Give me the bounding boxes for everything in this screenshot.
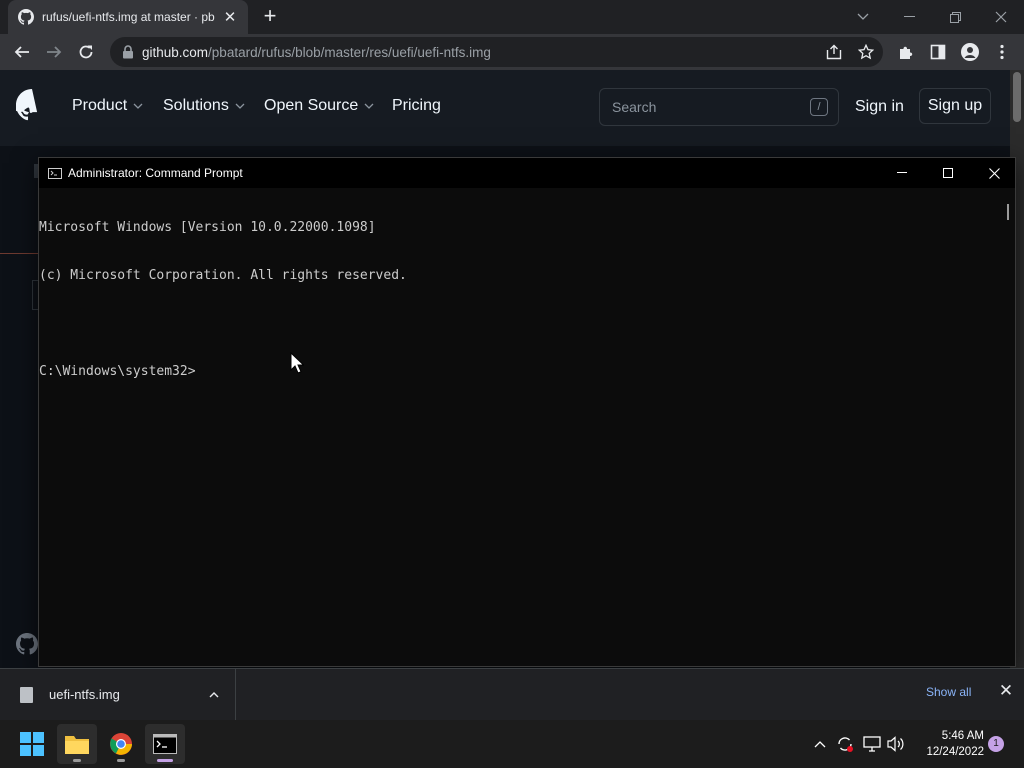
system-clock[interactable]: 5:46 AM 12/24/2022 [916, 728, 984, 760]
cmd-console-output[interactable]: Microsoft Windows [Version 10.0.22000.10… [39, 188, 1001, 666]
start-button[interactable] [12, 724, 52, 764]
cmd-title-bar[interactable]: Administrator: Command Prompt [39, 158, 1015, 188]
cmd-minimize-icon[interactable] [879, 158, 925, 188]
bookmark-star-icon[interactable] [852, 38, 880, 66]
console-line: (c) Microsoft Corporation. All rights re… [39, 268, 407, 283]
github-header: Product Solutions Open Source Pricing Se… [0, 70, 1010, 146]
show-all-downloads-link[interactable]: Show all [926, 685, 971, 699]
forward-arrow-icon[interactable] [40, 38, 68, 66]
window-close-icon[interactable] [978, 0, 1024, 34]
nav-solutions[interactable]: Solutions [163, 97, 245, 115]
active-indicator [157, 759, 173, 762]
cmd-scrollbar-thumb[interactable] [1007, 204, 1009, 220]
page-divider [0, 253, 38, 254]
chrome-icon [110, 733, 132, 755]
sign-up-button[interactable]: Sign up [919, 88, 991, 124]
cmd-close-icon[interactable] [971, 158, 1017, 188]
notification-badge[interactable]: 1 [988, 736, 1004, 752]
browser-menu-icon[interactable] [988, 38, 1016, 66]
window-restore-icon[interactable] [932, 0, 978, 34]
chevron-up-icon[interactable] [209, 690, 219, 700]
close-download-shelf-icon[interactable]: ✕ [996, 681, 1016, 701]
volume-icon[interactable] [886, 734, 906, 754]
tab-close-icon[interactable]: ✕ [222, 8, 238, 26]
github-logo-icon[interactable] [16, 89, 48, 121]
search-shortcut-key: / [810, 98, 828, 116]
nav-open-source[interactable]: Open Source [264, 97, 374, 115]
windows-logo-icon [20, 732, 44, 756]
clock-date: 12/24/2022 [926, 746, 984, 758]
taskbar-file-explorer[interactable] [57, 724, 97, 764]
download-file-name: uefi-ntfs.img [49, 687, 120, 702]
clock-time: 5:46 AM [941, 730, 984, 742]
nav-pricing[interactable]: Pricing [392, 97, 441, 115]
browser-tab[interactable]: rufus/uefi-ntfs.img at master · pb ✕ [8, 0, 248, 34]
command-prompt-icon [48, 167, 62, 179]
show-hidden-icons-chevron-icon[interactable] [810, 734, 830, 754]
download-item[interactable]: uefi-ntfs.img [0, 669, 236, 720]
console-line: Microsoft Windows [Version 10.0.22000.10… [39, 220, 376, 235]
github-search-input[interactable]: Search / [599, 88, 839, 126]
taskbar-command-prompt[interactable] [145, 724, 185, 764]
cmd-maximize-icon[interactable] [925, 158, 971, 188]
cmd-window-title: Administrator: Command Prompt [68, 166, 243, 180]
taskbar-chrome[interactable] [101, 724, 141, 764]
new-tab-icon[interactable]: + [258, 5, 282, 29]
console-prompt[interactable]: C:\Windows\system32> [39, 364, 1001, 380]
running-indicator [73, 759, 81, 762]
chevron-down-icon [364, 103, 374, 109]
address-url: github.com/pbatard/rufus/blob/master/res… [142, 44, 491, 60]
file-icon [20, 686, 33, 703]
github-footer-logo-icon [16, 633, 38, 655]
network-icon[interactable] [862, 734, 882, 754]
lock-icon[interactable] [122, 45, 134, 59]
mouse-cursor-icon [290, 352, 304, 374]
share-icon[interactable] [820, 38, 848, 66]
side-panel-icon[interactable] [924, 38, 952, 66]
command-prompt-window[interactable]: Administrator: Command Prompt Microsoft … [38, 157, 1016, 667]
running-indicator [117, 759, 125, 762]
extensions-puzzle-icon[interactable] [892, 38, 920, 66]
cmd-scrollbar[interactable] [1001, 188, 1015, 666]
tab-title: rufus/uefi-ntfs.img at master · pb [42, 10, 215, 24]
window-minimize-icon[interactable] [886, 0, 932, 34]
chevron-down-icon [235, 103, 245, 109]
sign-in-link[interactable]: Sign in [855, 98, 904, 116]
back-arrow-icon[interactable] [8, 38, 36, 66]
sync-icon[interactable] [835, 734, 855, 754]
github-favicon-icon [18, 9, 34, 25]
nav-product[interactable]: Product [72, 97, 143, 115]
windows-taskbar: 5:46 AM 12/24/2022 [0, 720, 1024, 768]
page-scrollbar-thumb[interactable] [1013, 72, 1021, 122]
browser-tab-strip: rufus/uefi-ntfs.img at master · pb ✕ + [0, 0, 1024, 34]
reload-icon[interactable] [72, 38, 100, 66]
browser-toolbar: github.com/pbatard/rufus/blob/master/res… [0, 34, 1024, 70]
chevron-down-icon [133, 103, 143, 109]
tab-search-chevron-icon[interactable] [840, 0, 886, 34]
address-bar[interactable]: github.com/pbatard/rufus/blob/master/res… [110, 37, 883, 67]
command-prompt-icon [153, 734, 177, 754]
download-shelf: uefi-ntfs.img Show all ✕ [0, 668, 1024, 720]
profile-avatar-icon[interactable] [956, 38, 984, 66]
folder-icon [65, 736, 89, 754]
